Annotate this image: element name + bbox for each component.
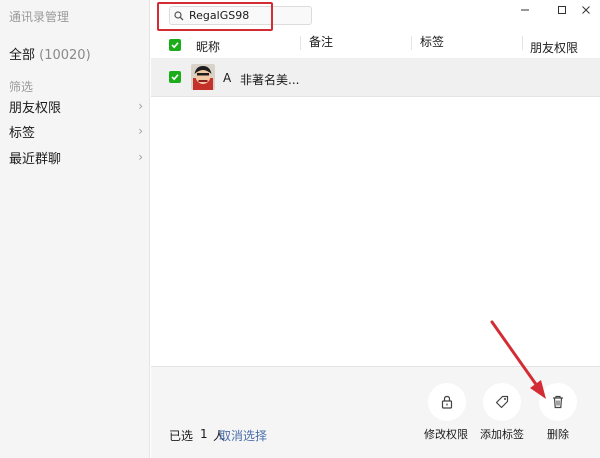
maximize-icon <box>558 6 566 14</box>
row-checkbox[interactable] <box>169 71 181 83</box>
checkmark-icon <box>171 42 179 49</box>
filter-heading: 筛选 <box>9 80 34 94</box>
tag-icon <box>495 395 509 409</box>
sidebar-all-count: (10020) <box>39 48 91 63</box>
sidebar-all-label: 全部 <box>9 48 36 63</box>
close-icon <box>582 6 590 14</box>
delete-button[interactable] <box>539 383 577 421</box>
lock-icon <box>441 395 453 409</box>
modify-permission-label: 修改权限 <box>424 428 468 441</box>
select-all-checkbox[interactable] <box>169 39 181 51</box>
contact-nickname: 非著名美... <box>240 73 300 87</box>
chevron-right-icon: › <box>138 124 143 138</box>
sidebar-title: 通讯录管理 <box>9 10 70 24</box>
trash-icon <box>553 395 563 409</box>
add-tag-label: 添加标签 <box>480 428 524 441</box>
minimize-button[interactable] <box>515 2 535 18</box>
column-divider <box>411 36 412 50</box>
avatar <box>191 64 215 90</box>
selected-prefix: 已选 <box>169 429 194 443</box>
checkmark-icon <box>171 74 179 81</box>
search-field[interactable] <box>169 6 312 25</box>
sidebar-item-label: 最近群聊 <box>9 151 62 167</box>
close-button[interactable] <box>576 2 596 18</box>
table-row[interactable] <box>151 59 600 97</box>
header-remark[interactable]: 备注 <box>309 33 333 50</box>
deselect-link[interactable]: 取消选择 <box>219 427 267 444</box>
sidebar-item-label: 朋友权限 <box>9 100 62 116</box>
sidebar-item-label: 标签 <box>9 125 36 141</box>
sidebar: 通讯录管理 全部 (10020) 筛选 朋友权限 › 标签 › 最近群聊 › <box>0 0 150 458</box>
sidebar-item-all[interactable]: 全部 (10020) <box>9 44 91 63</box>
action-footer <box>151 366 600 458</box>
add-tag-button[interactable] <box>483 383 521 421</box>
sidebar-item-tags[interactable]: 标签 › <box>9 121 143 141</box>
selected-count: 1 <box>200 427 208 441</box>
header-friend-permission[interactable]: 朋友权限 <box>530 39 578 56</box>
maximize-button[interactable] <box>552 2 572 18</box>
column-divider <box>522 36 523 50</box>
header-nickname[interactable]: 昵称 <box>196 38 220 55</box>
search-input[interactable] <box>189 9 289 22</box>
delete-label: 删除 <box>547 428 569 441</box>
contact-letter: A <box>223 71 232 85</box>
search-icon <box>174 10 184 20</box>
header-tag[interactable]: 标签 <box>420 33 444 50</box>
modify-permission-button[interactable] <box>428 383 466 421</box>
sidebar-item-recent-groups[interactable]: 最近群聊 › <box>9 147 143 167</box>
column-divider <box>300 36 301 50</box>
chevron-right-icon: › <box>138 99 143 113</box>
sidebar-item-friend-permission[interactable]: 朋友权限 › <box>9 96 143 116</box>
minimize-icon <box>521 9 529 11</box>
chevron-right-icon: › <box>138 150 143 164</box>
